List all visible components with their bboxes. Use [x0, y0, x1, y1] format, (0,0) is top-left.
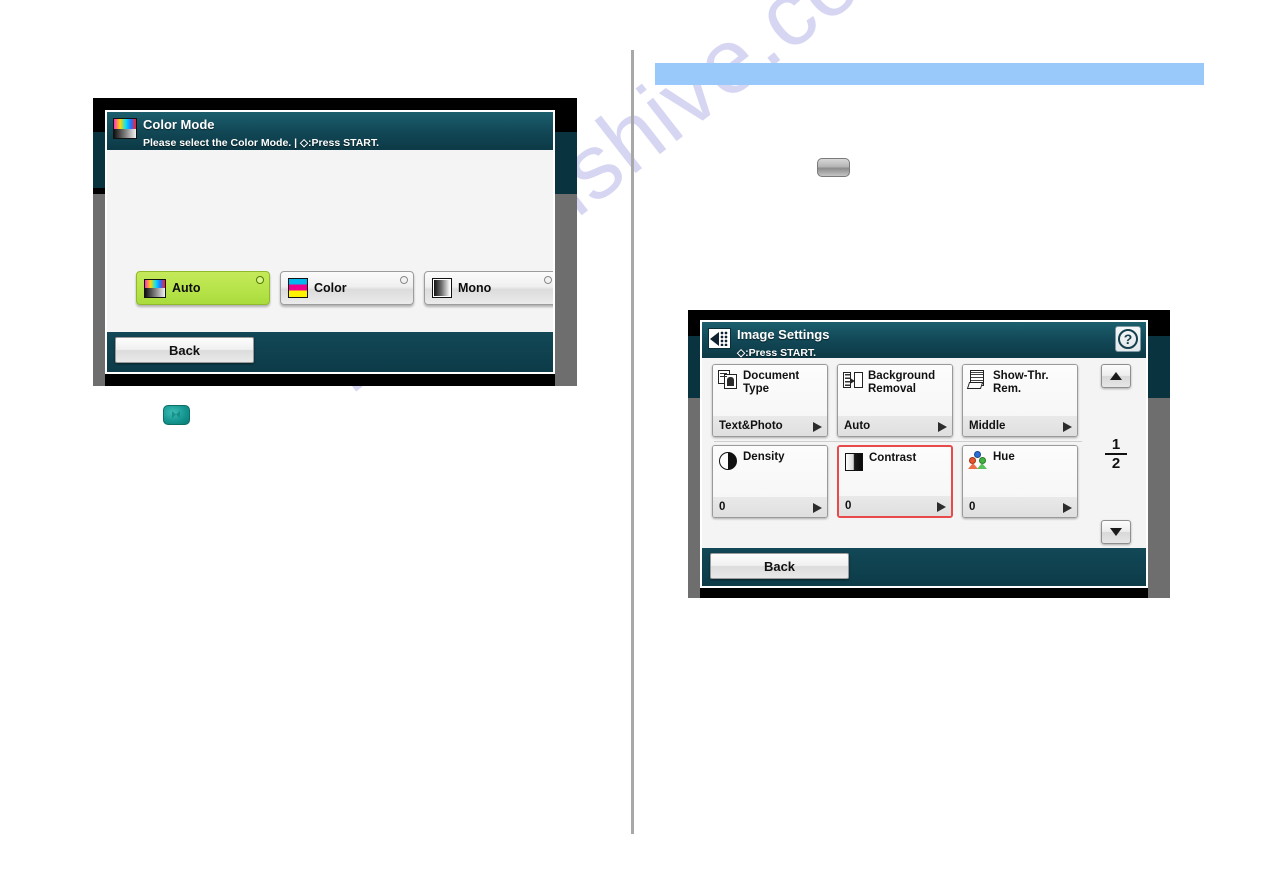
hue-icon [968, 451, 988, 471]
color-mode-option-auto[interactable]: Auto [136, 271, 270, 305]
mono-gradient-icon [432, 278, 452, 298]
machine-band-right [555, 132, 577, 194]
option-label: Auto [172, 281, 201, 295]
page-title: Image Settings [737, 327, 830, 342]
color-mode-option-row: Auto Color Mono [136, 271, 553, 305]
panel-bezel-shadow [93, 194, 105, 386]
option-label: Mono [458, 281, 492, 295]
color-mode-body: Auto Color Mono [107, 150, 553, 332]
color-mode-screen: Color Mode Please select the Color Mode.… [105, 110, 555, 374]
color-mode-option-mono[interactable]: Mono [424, 271, 553, 305]
scroll-up-button[interactable] [1101, 364, 1131, 388]
color-mode-footer: Back [107, 332, 553, 372]
machine-band-left [688, 336, 700, 398]
chevron-right-icon [1063, 503, 1072, 513]
chevron-right-icon [813, 422, 822, 432]
setting-value: Auto [844, 420, 871, 432]
color-mode-header: Color Mode Please select the Color Mode.… [107, 112, 553, 150]
background-removal-icon [843, 370, 863, 390]
page-subtitle: Please select the Color Mode. | ◇:Press … [143, 137, 380, 150]
settings-row-1: Document Type Text&Photo Background Remo… [712, 364, 1084, 437]
setting-density[interactable]: Density 0 [712, 445, 828, 518]
settings-grid: Document Type Text&Photo Background Remo… [712, 364, 1084, 544]
setting-background-removal[interactable]: Background Removal Auto [837, 364, 953, 437]
teal-start-key[interactable] [163, 405, 190, 425]
setting-value: 0 [845, 500, 852, 512]
setting-title-line2: Rem. [993, 382, 1022, 395]
highlight-band [655, 63, 1204, 85]
help-icon: ? [1118, 329, 1138, 349]
setting-value: 0 [969, 501, 976, 513]
triangle-down-icon [1110, 528, 1122, 536]
image-settings-panel: Image Settings ◇:Press START. ? Document… [688, 310, 1170, 598]
panel-bezel-shadow-right [1148, 398, 1170, 598]
color-mode-option-color[interactable]: Color [280, 271, 414, 305]
setting-title: Contrast [869, 452, 917, 464]
panel-bezel-shadow-right [555, 194, 577, 386]
option-label: Color [314, 281, 347, 295]
setting-title: Hue [993, 451, 1015, 463]
setting-value: 0 [719, 501, 726, 513]
cmy-color-icon [288, 278, 308, 298]
radio-indicator [256, 276, 264, 284]
page-indicator: 1 2 [1105, 435, 1127, 472]
pagination-sidebar: 1 2 [1091, 364, 1141, 544]
scroll-down-button[interactable] [1101, 520, 1131, 544]
setting-value: Middle [969, 420, 1006, 432]
show-through-removal-icon [966, 370, 988, 390]
color-mode-panel: Color Mode Please select the Color Mode.… [93, 98, 577, 386]
setting-title-line1: Background [868, 370, 936, 382]
panel-bezel-shadow [688, 398, 700, 598]
contrast-icon [844, 452, 864, 472]
page-current: 1 [1111, 435, 1121, 453]
setting-hue[interactable]: Hue 0 [962, 445, 1078, 518]
page-total: 2 [1111, 454, 1121, 472]
settings-row-divider [714, 441, 1082, 442]
setting-title: Show-Thr. Rem. [993, 370, 1049, 396]
image-settings-footer: Back [702, 548, 1146, 586]
radio-indicator [544, 276, 552, 284]
density-icon [718, 451, 738, 471]
image-settings-icon [708, 328, 731, 349]
machine-band-right [1148, 336, 1170, 398]
document-type-icon [718, 370, 738, 390]
setting-document-type[interactable]: Document Type Text&Photo [712, 364, 828, 437]
setting-title-line1: Document [743, 370, 800, 382]
setting-title-line2: Type [743, 382, 769, 395]
image-settings-body: Document Type Text&Photo Background Remo… [702, 358, 1146, 548]
help-button[interactable]: ? [1115, 326, 1141, 352]
setting-title: Density [743, 451, 785, 463]
setting-title: Document Type [743, 370, 799, 396]
column-divider [631, 50, 634, 834]
setting-title-line2: Removal [868, 382, 916, 395]
gray-hardware-key[interactable] [817, 158, 850, 177]
image-settings-header: Image Settings ◇:Press START. ? [702, 322, 1146, 359]
color-mode-icon [144, 278, 166, 298]
image-settings-screen: Image Settings ◇:Press START. ? Document… [700, 320, 1148, 588]
settings-row-2: Density 0 Contrast 0 Hue 0 [712, 445, 1084, 518]
back-button[interactable]: Back [710, 553, 849, 579]
setting-title: Background Removal [868, 370, 935, 396]
setting-contrast[interactable]: Contrast 0 [837, 445, 953, 518]
chevron-right-icon [938, 422, 947, 432]
color-mode-icon [113, 118, 137, 139]
setting-show-through-removal[interactable]: Show-Thr. Rem. Middle [962, 364, 1078, 437]
page-title: Color Mode [143, 117, 215, 132]
back-button[interactable]: Back [115, 337, 254, 363]
chevron-right-icon [937, 502, 946, 512]
setting-value: Text&Photo [719, 420, 783, 432]
triangle-up-icon [1110, 372, 1122, 380]
chevron-right-icon [813, 503, 822, 513]
setting-title-line1: Show-Thr. [993, 370, 1049, 382]
radio-indicator [400, 276, 408, 284]
machine-band-left [93, 132, 105, 188]
chevron-right-icon [1063, 422, 1072, 432]
